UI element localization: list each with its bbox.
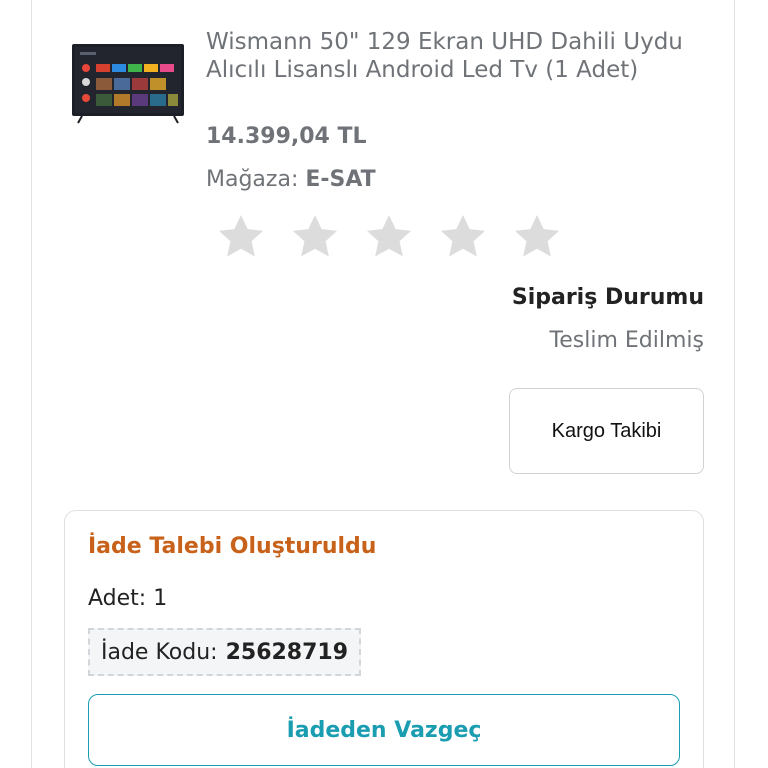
- tv-icon: [72, 44, 184, 124]
- star-icon[interactable]: [288, 210, 342, 264]
- star-icon[interactable]: [214, 210, 268, 264]
- store-label: Mağaza:: [206, 167, 299, 192]
- cancel-return-button[interactable]: İadeden Vazgeç: [88, 694, 680, 766]
- order-detail-page: Wismann 50" 129 Ekran UHD Dahili Uydu Al…: [0, 0, 768, 768]
- return-request-title: İade Talebi Oluşturuldu: [88, 534, 377, 559]
- product-title[interactable]: Wismann 50" 129 Ekran UHD Dahili Uydu Al…: [206, 28, 706, 84]
- store-name[interactable]: E-SAT: [305, 167, 375, 192]
- return-quantity: Adet: 1: [88, 586, 168, 611]
- star-icon[interactable]: [436, 210, 490, 264]
- star-icon[interactable]: [362, 210, 416, 264]
- order-status-title: Sipariş Durumu: [511, 285, 704, 310]
- return-code-value[interactable]: 25628719: [226, 640, 348, 665]
- return-code-label: İade Kodu:: [101, 639, 218, 665]
- star-icon[interactable]: [510, 210, 564, 264]
- cargo-tracking-button[interactable]: Kargo Takibi: [509, 388, 704, 474]
- order-status-value: Teslim Edilmiş: [549, 328, 704, 353]
- product-image[interactable]: [72, 44, 184, 124]
- rating-stars: [214, 210, 564, 270]
- store-info: Mağaza: E-SAT: [206, 167, 376, 192]
- product-price: 14.399,04 TL: [206, 124, 367, 149]
- return-code-box[interactable]: İade Kodu: 25628719: [88, 628, 362, 676]
